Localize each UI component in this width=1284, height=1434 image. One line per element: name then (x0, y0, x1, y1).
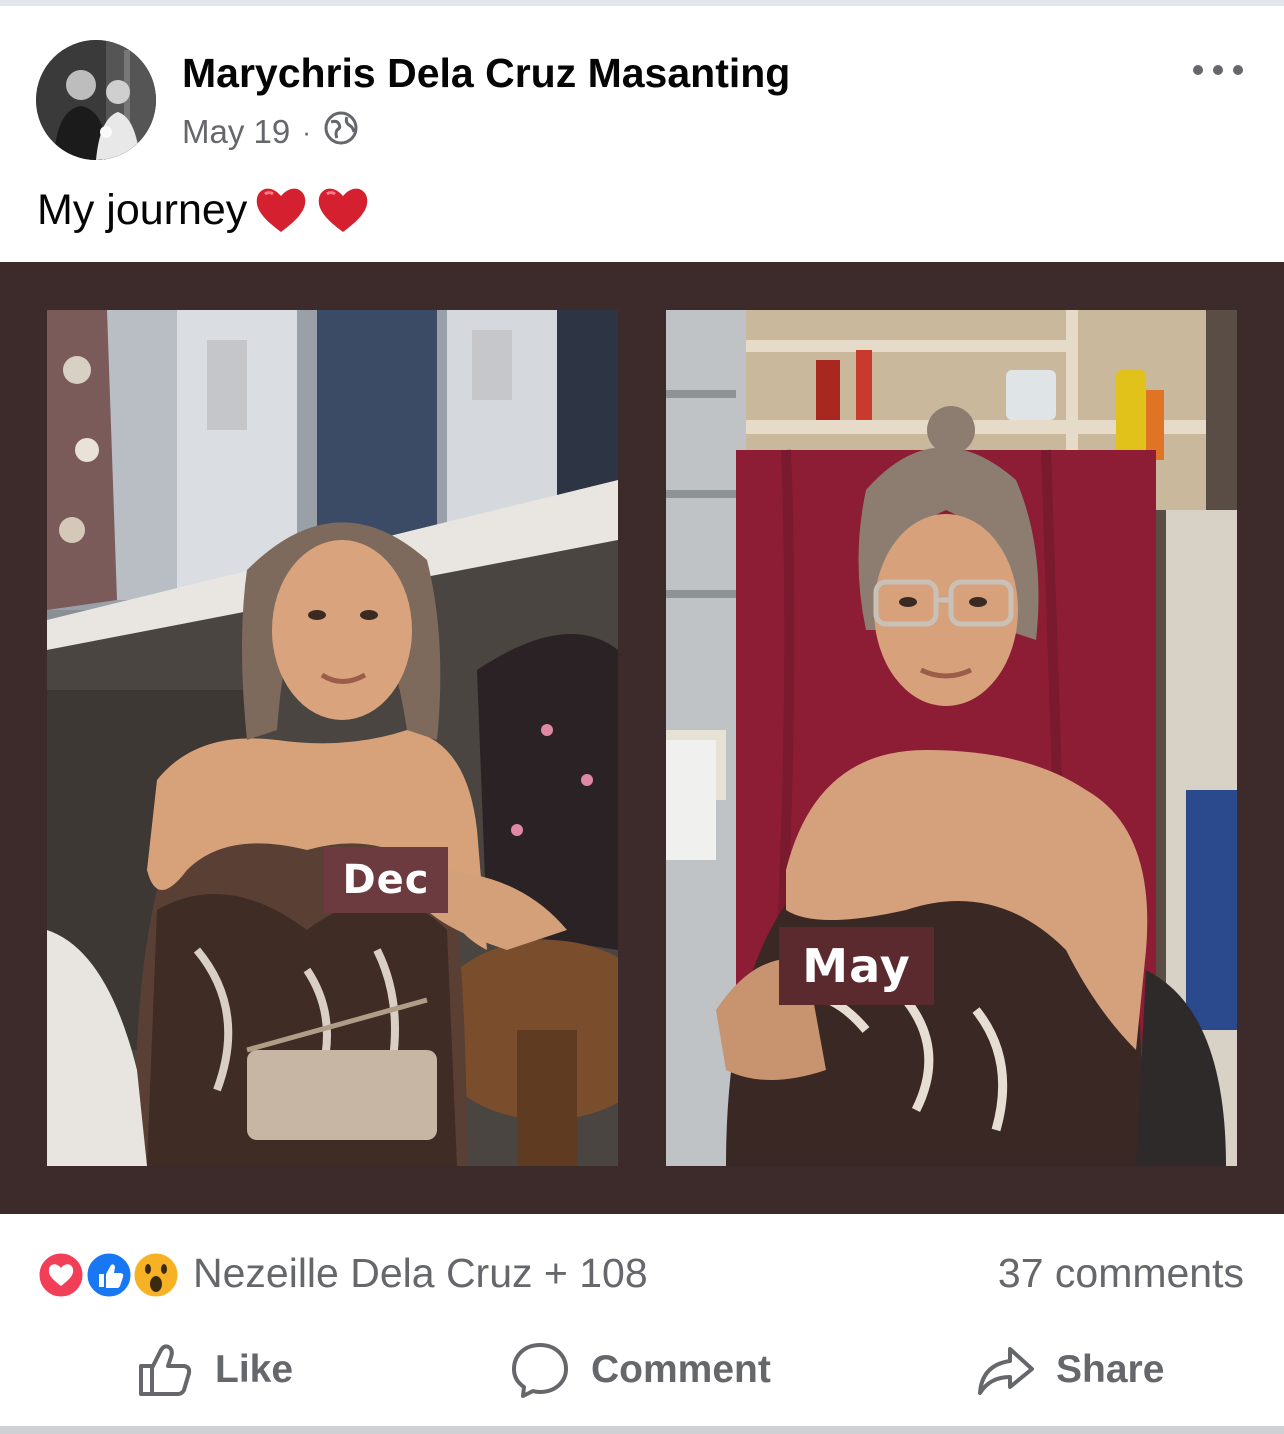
reactions-summary: Nezeille Dela Cruz + 108 37 comments (0, 1214, 1284, 1332)
post-date[interactable]: May 19 (182, 113, 290, 151)
author-name[interactable]: Marychris Dela Cruz Masanting (182, 50, 790, 97)
comment-label: Comment (591, 1348, 771, 1391)
post-caption: My journey (37, 182, 371, 238)
author-avatar[interactable] (36, 40, 156, 160)
meta-separator: · (302, 116, 311, 147)
dec-label: Dec (324, 847, 448, 913)
comment-button[interactable]: Comment (509, 1330, 771, 1410)
like-button[interactable]: Like (135, 1330, 293, 1410)
post-image[interactable]: Dec May (0, 262, 1284, 1214)
share-arrow-icon (978, 1347, 1034, 1395)
may-label: May (779, 927, 934, 1005)
red-heart-icon (257, 188, 306, 232)
like-reaction-icon (84, 1250, 134, 1300)
globe-icon (323, 110, 359, 154)
love-reaction-icon (36, 1250, 86, 1300)
bottom-divider (0, 1426, 1284, 1434)
post-meta: May 19 · (182, 110, 359, 154)
after-photo: May (666, 310, 1237, 1166)
share-button[interactable]: Share (974, 1330, 1164, 1410)
post-actions: Like Comment Share (0, 1330, 1284, 1426)
share-label: Share (1056, 1348, 1165, 1391)
reaction-icons[interactable] (36, 1250, 186, 1300)
comment-bubble-icon (512, 1343, 568, 1398)
top-divider (0, 0, 1284, 6)
thumbs-up-icon (139, 1344, 192, 1396)
red-heart-icon (319, 188, 368, 232)
caption-text: My journey (37, 185, 248, 234)
before-photo: Dec (47, 310, 618, 1166)
like-label: Like (215, 1348, 294, 1391)
wow-reaction-icon (131, 1250, 181, 1300)
more-options-icon[interactable] (1192, 58, 1244, 82)
reactors-text[interactable]: Nezeille Dela Cruz + 108 (193, 1250, 648, 1297)
comments-count[interactable]: 37 comments (998, 1250, 1244, 1297)
